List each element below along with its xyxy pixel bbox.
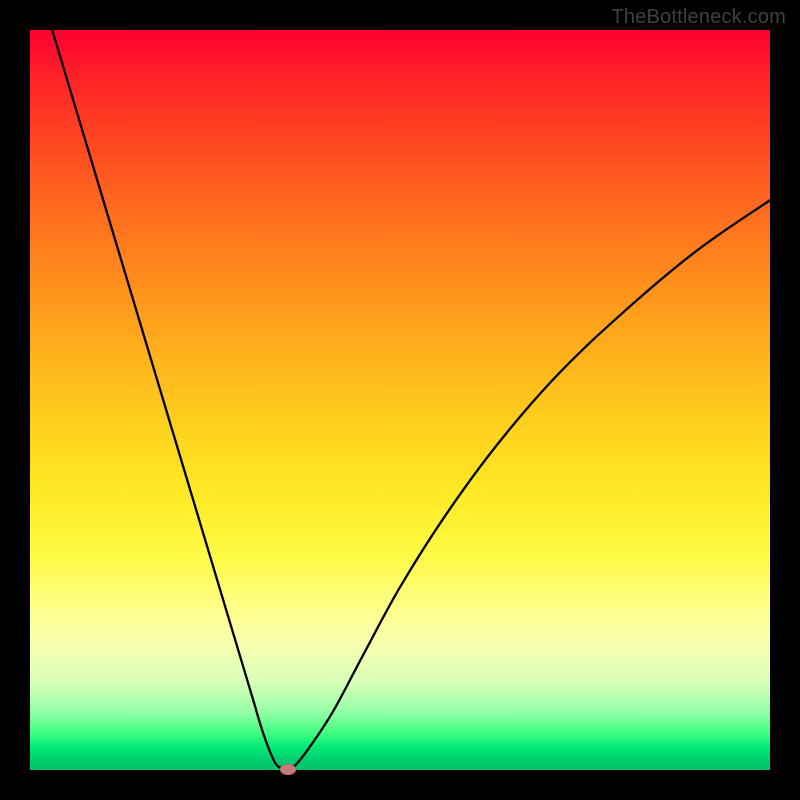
chart-container: TheBottleneck.com	[0, 0, 800, 800]
plot-area	[30, 30, 770, 770]
optimum-marker	[280, 764, 296, 775]
bottleneck-curve	[52, 30, 770, 770]
curve-svg	[30, 30, 770, 770]
watermark-text: TheBottleneck.com	[611, 6, 786, 29]
